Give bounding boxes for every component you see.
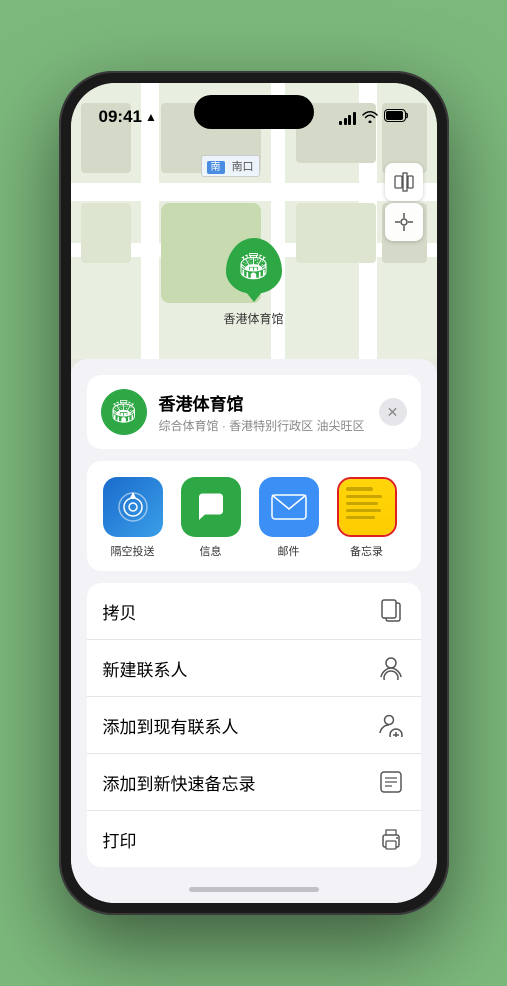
mail-label: 邮件	[278, 543, 300, 559]
action-quick-note[interactable]: 添加到新快速备忘录	[87, 754, 421, 811]
action-quick-note-label: 添加到新快速备忘录	[103, 770, 256, 795]
location-name: 香港体育馆	[159, 390, 367, 415]
airdrop-icon	[103, 477, 163, 537]
dynamic-island	[194, 95, 314, 129]
action-new-contact-label: 新建联系人	[103, 656, 188, 681]
app-item-notes[interactable]: 备忘录	[333, 477, 401, 559]
action-add-contact[interactable]: 添加到现有联系人	[87, 697, 421, 754]
map-view-button[interactable]	[385, 163, 423, 201]
battery-icon	[384, 109, 409, 127]
location-subtitle: 综合体育馆 · 香港特别行政区 油尖旺区	[159, 417, 367, 434]
app-item-messages[interactable]: 信息	[177, 477, 245, 559]
note-icon	[377, 768, 405, 796]
stadium-marker: 🏟 香港体育馆	[223, 238, 283, 327]
action-copy[interactable]: 拷贝	[87, 583, 421, 640]
notes-label: 备忘录	[350, 543, 383, 559]
signal-icon	[339, 112, 356, 125]
location-card-icon: 🏟	[101, 389, 147, 435]
airdrop-label: 隔空投送	[111, 543, 155, 559]
close-button[interactable]: ✕	[379, 398, 407, 426]
notes-icon	[337, 477, 397, 537]
messages-label: 信息	[200, 543, 222, 559]
messages-icon	[181, 477, 241, 537]
person-add-icon	[377, 711, 405, 739]
stadium-icon: 🏟	[237, 251, 270, 282]
action-print[interactable]: 打印	[87, 811, 421, 867]
status-icons	[339, 109, 409, 127]
copy-icon	[377, 597, 405, 625]
location-arrow-icon: ▲	[145, 110, 157, 124]
action-copy-label: 拷贝	[103, 599, 137, 624]
status-time: 09:41 ▲	[99, 107, 157, 127]
phone-frame: 09:41 ▲	[59, 71, 449, 915]
action-print-label: 打印	[103, 827, 137, 852]
app-item-mail[interactable]: 邮件	[255, 477, 323, 559]
print-icon	[377, 825, 405, 853]
map-controls	[385, 163, 423, 241]
action-new-contact[interactable]: 新建联系人	[87, 640, 421, 697]
app-item-airdrop[interactable]: 隔空投送	[99, 477, 167, 559]
stadium-label: 香港体育馆	[223, 310, 283, 327]
stadium-pin: 🏟	[225, 238, 281, 294]
action-add-contact-label: 添加到现有联系人	[103, 713, 239, 738]
wifi-icon	[362, 110, 378, 126]
apps-scroll: 隔空投送 信息	[99, 477, 409, 559]
mail-icon	[259, 477, 319, 537]
share-sheet: 🏟 香港体育馆 综合体育馆 · 香港特别行政区 油尖旺区 ✕	[71, 359, 437, 903]
person-icon	[377, 654, 405, 682]
location-button[interactable]	[385, 203, 423, 241]
home-bar	[189, 887, 319, 892]
apps-row: 隔空投送 信息	[87, 461, 421, 571]
location-card: 🏟 香港体育馆 综合体育馆 · 香港特别行政区 油尖旺区 ✕	[87, 375, 421, 449]
home-indicator	[71, 875, 437, 903]
phone-screen: 09:41 ▲	[71, 83, 437, 903]
location-info: 香港体育馆 综合体育馆 · 香港特别行政区 油尖旺区	[159, 390, 367, 434]
map-label-nankou: 南 南口	[201, 155, 260, 177]
action-list: 拷贝 新建联系人	[87, 583, 421, 867]
